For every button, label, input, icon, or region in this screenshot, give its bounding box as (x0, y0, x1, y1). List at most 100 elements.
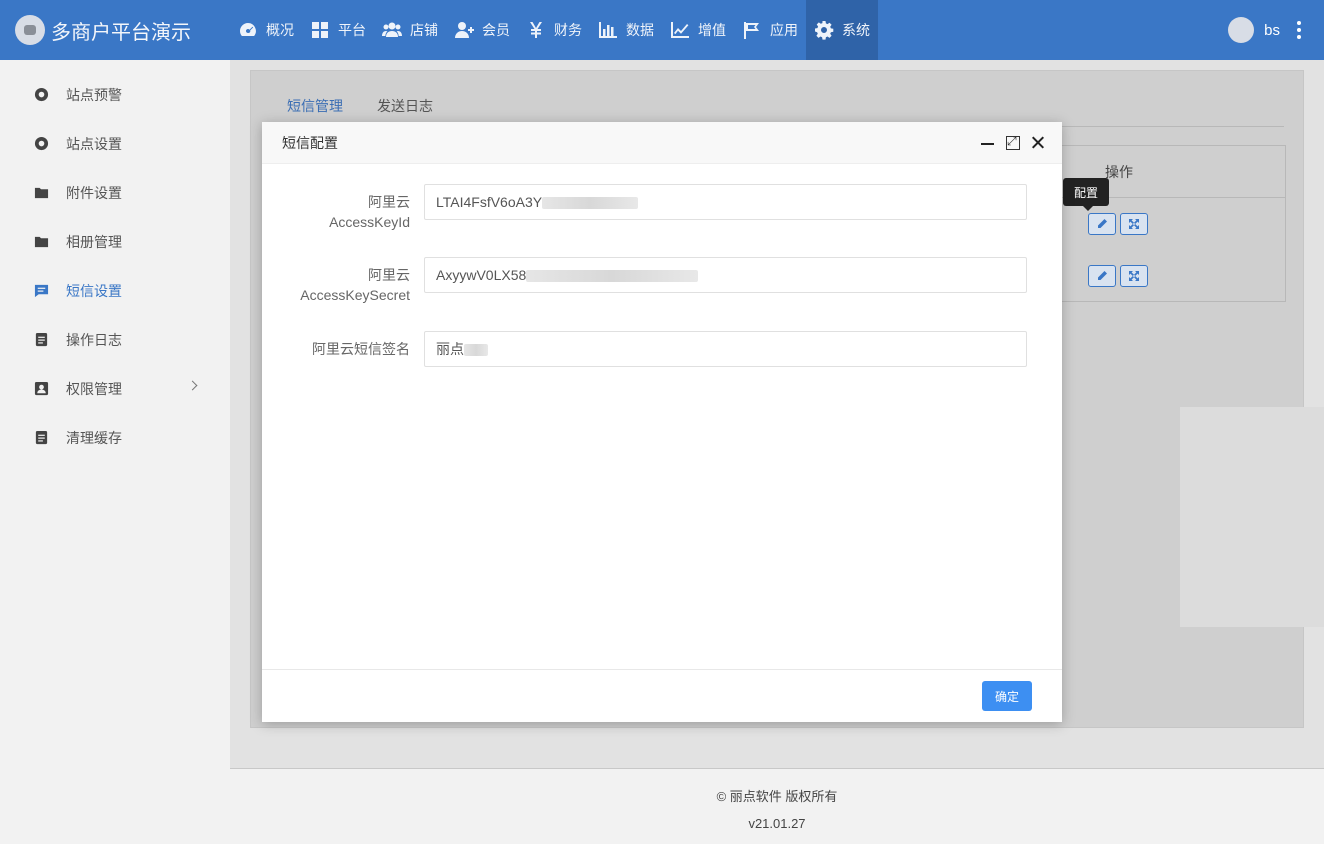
user-menu[interactable]: bs (1228, 0, 1302, 60)
sms-config-dialog: 短信配置 阿里云 AccessKeyId LTAI4FsfV6oA3Y 阿里云 … (262, 122, 1062, 722)
nav-item-finance[interactable]: 财务 (518, 0, 590, 60)
sidebar-item-label: 操作日志 (66, 331, 122, 348)
user-plus-icon (454, 20, 474, 40)
sidebar-item-operation-log[interactable]: 操作日志 (0, 315, 230, 364)
side-panel-placeholder (1180, 407, 1324, 627)
sidebar-item-label: 站点预警 (66, 86, 122, 103)
edit-button[interactable] (1088, 213, 1116, 235)
tooltip-configure: 配置 (1063, 178, 1110, 211)
sidebar-item-site-alert[interactable]: 站点预警 (0, 70, 230, 119)
field-label-line: AccessKeyId (329, 214, 410, 230)
nav-item-platform[interactable]: 平台 (302, 0, 374, 60)
dialog-footer: 确定 (262, 669, 1062, 722)
users-icon (382, 20, 402, 40)
user-name[interactable]: bs (1264, 22, 1280, 39)
redacted-text (526, 270, 699, 283)
sidebar-item-label: 站点设置 (66, 135, 122, 152)
redacted-text (464, 344, 488, 357)
close-icon[interactable] (1030, 135, 1046, 151)
nav-label: 概况 (266, 22, 294, 38)
sidebar-item-site-settings[interactable]: 站点设置 (0, 119, 230, 168)
flag-icon (742, 20, 762, 40)
sidebar: 站点预警 站点设置 附件设置 相册管理 短信设置 操作日志 权限管理 清理缓存 (0, 60, 230, 844)
pencil-icon (1098, 219, 1107, 228)
dialog-header: 短信配置 (262, 122, 1062, 164)
document-icon (34, 332, 49, 347)
sidebar-item-permissions[interactable]: 权限管理 (0, 364, 230, 413)
field-label-line: AccessKeySecret (300, 287, 410, 303)
version: v21.01.27 (748, 816, 806, 831)
nav-label: 数据 (626, 22, 654, 38)
access-key-secret-field[interactable]: AxyywV0LX58 (424, 257, 1027, 293)
folder-icon (34, 234, 49, 249)
expand-icon (1129, 219, 1139, 229)
nav-item-data[interactable]: 数据 (590, 0, 662, 60)
dialog-title: 短信配置 (282, 134, 338, 151)
circle-dot-icon (34, 87, 49, 102)
nav-item-shop[interactable]: 店铺 (374, 0, 446, 60)
nav-label: 店铺 (410, 22, 438, 38)
minimize-icon[interactable] (980, 135, 996, 151)
sidebar-item-label: 清理缓存 (66, 429, 122, 446)
sms-signature-field[interactable]: 丽点 (424, 331, 1027, 367)
sidebar-item-clear-cache[interactable]: 清理缓存 (0, 413, 230, 462)
message-icon (34, 283, 49, 298)
edit-button[interactable] (1088, 265, 1116, 287)
sidebar-item-label: 相册管理 (66, 233, 122, 250)
avatar[interactable] (1228, 17, 1255, 43)
nav-item-value-added[interactable]: 增值 (662, 0, 734, 60)
expand-icon (1129, 271, 1139, 281)
document-icon (34, 430, 49, 445)
dashboard-icon (238, 20, 258, 40)
sidebar-item-label: 短信设置 (66, 282, 122, 299)
field-label-line: 阿里云短信签名 (312, 341, 410, 357)
pencil-icon (1098, 271, 1107, 280)
nav-label: 增值 (698, 22, 726, 38)
access-key-id-field[interactable]: LTAI4FsfV6oA3Y (424, 184, 1027, 220)
nav-item-system[interactable]: 系统 (806, 0, 878, 60)
expand-button[interactable] (1120, 213, 1148, 235)
sidebar-item-album[interactable]: 相册管理 (0, 217, 230, 266)
table-header-action: 操作 (1105, 164, 1133, 180)
nav-label: 系统 (842, 22, 870, 38)
field-label-line: 阿里云 (368, 267, 410, 283)
expand-button[interactable] (1120, 265, 1148, 287)
nav-label: 平台 (338, 22, 366, 38)
field-value: 丽点 (436, 341, 464, 357)
yen-icon (526, 20, 546, 40)
copyright: © 丽点软件 版权所有 (716, 789, 838, 804)
tab-send-log[interactable]: 发送日志 (377, 96, 433, 124)
field-label: 阿里云短信签名 (312, 339, 410, 359)
tab-bar: 短信管理 发送日志 (287, 96, 467, 124)
folder-icon (34, 185, 49, 200)
nav-label: 会员 (482, 22, 510, 38)
more-vertical-icon[interactable] (1296, 21, 1302, 39)
confirm-button[interactable]: 确定 (982, 681, 1032, 711)
circle-dot-icon (34, 136, 49, 151)
brand-title: 多商户平台演示 (51, 21, 191, 44)
gear-icon (814, 20, 834, 40)
sidebar-item-label: 附件设置 (66, 184, 122, 201)
brand[interactable]: 多商户平台演示 (0, 0, 230, 60)
nav-item-overview[interactable]: 概况 (230, 0, 302, 60)
nav-item-apps[interactable]: 应用 (734, 0, 806, 60)
bar-chart-icon (598, 20, 618, 40)
field-label: 阿里云 AccessKeySecret (300, 265, 410, 305)
contact-icon (34, 381, 49, 396)
field-label-line: 阿里云 (368, 194, 410, 210)
nav-label: 应用 (770, 22, 798, 38)
sidebar-item-attachment-settings[interactable]: 附件设置 (0, 168, 230, 217)
chevron-right-icon (187, 380, 198, 391)
footer: © 丽点软件 版权所有 v21.01.27 (230, 768, 1324, 844)
sidebar-item-label: 权限管理 (66, 380, 122, 397)
tab-sms-management[interactable]: 短信管理 (287, 96, 343, 124)
redacted-text (542, 197, 639, 210)
field-label: 阿里云 AccessKeyId (329, 192, 410, 232)
maximize-icon[interactable] (1006, 134, 1020, 150)
nav-label: 财务 (554, 22, 582, 38)
nav-item-member[interactable]: 会员 (446, 0, 518, 60)
dialog-controls (970, 134, 1046, 151)
top-header: 多商户平台演示 概况 平台 店铺 会员 财务 数据 增值 应用 系统 bs (0, 0, 1324, 60)
top-nav: 概况 平台 店铺 会员 财务 数据 增值 应用 系统 (230, 0, 878, 60)
sidebar-item-sms-settings[interactable]: 短信设置 (0, 266, 230, 315)
